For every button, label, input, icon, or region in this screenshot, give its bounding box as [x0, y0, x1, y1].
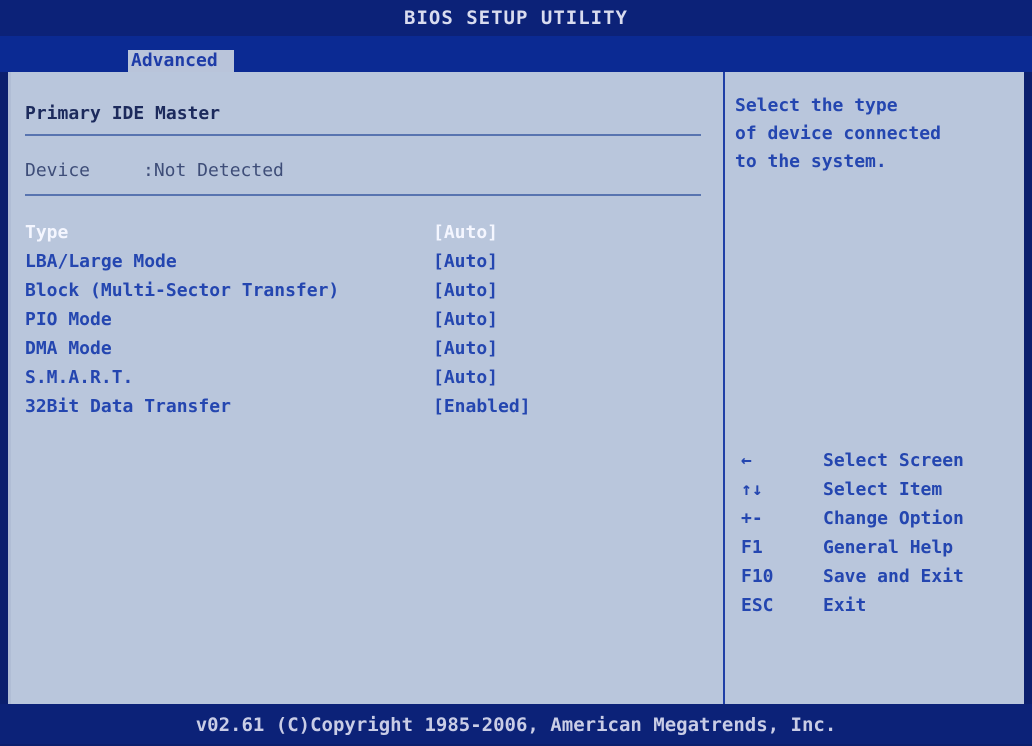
- help-line: of device connected: [735, 123, 941, 144]
- setting-label: LBA/Large Mode: [25, 251, 177, 272]
- settings-pane: Primary IDE Master Device :Not Detected T…: [11, 72, 723, 704]
- page-title: Primary IDE Master: [25, 103, 221, 124]
- f10-key: F10: [741, 566, 774, 587]
- device-value: :Not Detected: [143, 160, 284, 181]
- tab-advanced[interactable]: Advanced: [128, 50, 234, 72]
- copyright-footer: v02.61 (C)Copyright 1985-2006, American …: [0, 704, 1032, 744]
- setting-label: 32Bit Data Transfer: [25, 396, 231, 417]
- setting-label: Block (Multi-Sector Transfer): [25, 280, 340, 301]
- setting-label: DMA Mode: [25, 338, 112, 359]
- setting-pio-mode[interactable]: PIO Mode [Auto]: [25, 309, 498, 338]
- device-status: Device :Not Detected: [25, 160, 284, 181]
- key-description: Select Screen: [823, 450, 964, 471]
- up-down-arrow-icon: ↑↓: [741, 479, 763, 500]
- setting-type[interactable]: Type [Auto]: [25, 222, 498, 251]
- bios-title: BIOS SETUP UTILITY: [0, 0, 1032, 36]
- device-label: Device: [25, 160, 91, 181]
- main-panel: Primary IDE Master Device :Not Detected T…: [8, 72, 1024, 704]
- key-description: Select Item: [823, 479, 943, 500]
- f1-key: F1: [741, 537, 763, 558]
- setting-label: S.M.A.R.T.: [25, 367, 134, 388]
- key-description: Exit: [823, 595, 867, 616]
- help-text: Select the type of device connected to t…: [735, 92, 1015, 176]
- help-pane: Select the type of device connected to t…: [723, 72, 1027, 704]
- setting-dma-mode[interactable]: DMA Mode [Auto]: [25, 338, 498, 367]
- setting-block-transfer[interactable]: Block (Multi-Sector Transfer) [Auto]: [25, 280, 498, 309]
- esc-key: ESC: [741, 595, 774, 616]
- setting-value[interactable]: [Auto]: [433, 338, 498, 359]
- help-line: to the system.: [735, 151, 887, 172]
- setting-value[interactable]: [Auto]: [433, 251, 498, 272]
- left-arrow-icon: ←: [741, 450, 752, 471]
- setting-smart[interactable]: S.M.A.R.T. [Auto]: [25, 367, 498, 396]
- help-line: Select the type: [735, 95, 898, 116]
- setting-32bit-transfer[interactable]: 32Bit Data Transfer [Enabled]: [25, 396, 531, 425]
- setting-lba-large-mode[interactable]: LBA/Large Mode [Auto]: [25, 251, 498, 280]
- setting-value[interactable]: [Auto]: [433, 280, 498, 301]
- plus-minus-key: +-: [741, 508, 763, 529]
- settings-list: Type [Auto] LBA/Large Mode [Auto] Block …: [25, 222, 531, 425]
- key-description: Change Option: [823, 508, 964, 529]
- key-description: General Help: [823, 537, 954, 558]
- divider: [25, 194, 701, 196]
- setting-label: Type: [25, 222, 69, 243]
- setting-label: PIO Mode: [25, 309, 112, 330]
- tab-bar: Advanced: [0, 36, 1032, 72]
- key-description: Save and Exit: [823, 566, 964, 587]
- setting-value[interactable]: [Auto]: [433, 309, 498, 330]
- divider: [25, 134, 701, 136]
- setting-value[interactable]: [Auto]: [433, 222, 498, 243]
- setting-value[interactable]: [Enabled]: [433, 396, 531, 417]
- setting-value[interactable]: [Auto]: [433, 367, 498, 388]
